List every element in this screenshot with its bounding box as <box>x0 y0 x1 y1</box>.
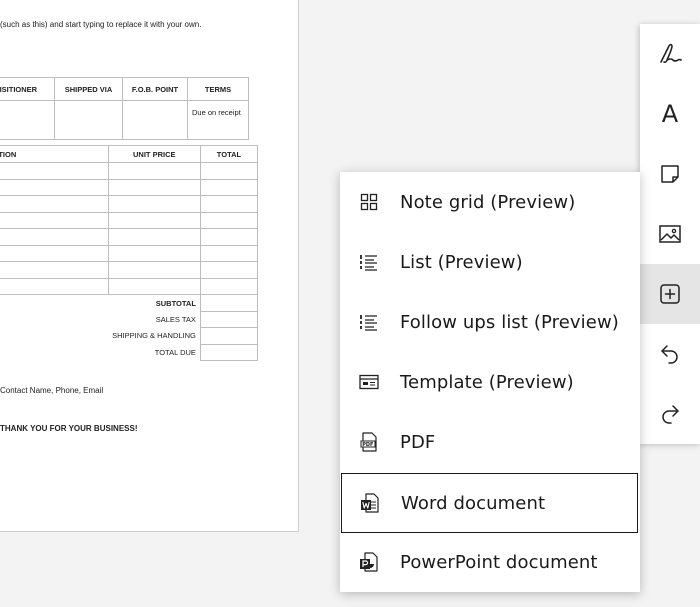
thanks-text: THANK YOU FOR YOUR BUSINESS! <box>0 424 138 433</box>
image-button[interactable] <box>640 204 700 264</box>
image-icon <box>659 225 681 243</box>
menu-item-follow-ups-list[interactable]: Follow ups list (Preview) <box>340 292 640 352</box>
table-header: TERMS <box>187 77 249 101</box>
table-row <box>0 244 259 262</box>
table-cell: Due on receipt <box>187 100 249 140</box>
items-table: DESCRIPTION UNIT PRICE TOTAL SUBTOTAL SA… <box>0 145 259 361</box>
redo-icon <box>662 405 679 424</box>
document-intro-text: (such as this) and start typing to repla… <box>0 20 202 29</box>
table-header: DESCRIPTION <box>0 145 109 163</box>
table-row <box>0 195 259 213</box>
totals-row: SHIPPING & HANDLING <box>0 327 259 345</box>
totals-row: SUBTOTAL <box>0 294 259 312</box>
menu-item-powerpoint-document[interactable]: PowerPoint document <box>340 532 640 592</box>
menu-item-word-document[interactable]: Word document <box>341 473 638 533</box>
pdf-icon: PDF <box>360 432 377 452</box>
insert-plus-icon <box>660 284 680 304</box>
totals-row: TOTAL DUE <box>0 343 259 361</box>
table-header-row: DESCRIPTION UNIT PRICE TOTAL <box>0 145 259 163</box>
table-row: Due on receipt <box>0 100 249 140</box>
insert-button[interactable] <box>640 264 700 324</box>
contact-text: Contact Name, Phone, Email <box>0 386 104 395</box>
menu-item-pdf[interactable]: PDF PDF <box>340 412 640 472</box>
follow-ups-list-icon <box>360 315 377 331</box>
shipping-table: REQUISITIONER SHIPPED VIA F.O.B. POINT T… <box>0 77 249 140</box>
note-grid-icon <box>360 193 378 211</box>
table-row <box>0 277 259 295</box>
tools-toolbar: A <box>640 24 700 444</box>
table-header: REQUISITIONER <box>0 77 55 101</box>
table-header-row: REQUISITIONER SHIPPED VIA F.O.B. POINT T… <box>0 77 249 101</box>
table-row <box>0 228 259 246</box>
list-icon <box>360 255 377 271</box>
table-row <box>0 211 259 229</box>
menu-item-label: PowerPoint document <box>400 551 598 573</box>
shipping-handling-label: SHIPPING & HANDLING <box>108 327 201 344</box>
document-page[interactable]: (such as this) and start typing to repla… <box>0 0 299 532</box>
table-cell <box>122 100 188 140</box>
undo-button[interactable] <box>640 324 700 384</box>
table-header: F.O.B. POINT <box>122 77 188 101</box>
subtotal-label: SUBTOTAL <box>108 294 201 311</box>
sales-tax-label: SALES TAX <box>108 311 201 328</box>
pen-button[interactable] <box>640 24 700 84</box>
template-icon <box>359 374 379 390</box>
redo-button[interactable] <box>640 384 700 444</box>
undo-icon <box>661 345 678 364</box>
menu-item-label: Word document <box>401 492 546 514</box>
menu-item-label: List (Preview) <box>400 251 523 273</box>
table-row <box>0 162 259 180</box>
menu-item-template[interactable]: Template (Preview) <box>340 352 640 412</box>
menu-item-label: Note grid (Preview) <box>400 191 576 213</box>
pen-icon <box>660 43 682 64</box>
powerpoint-icon <box>360 552 378 572</box>
text-icon: A <box>661 100 679 128</box>
menu-item-label: PDF <box>400 431 436 453</box>
sticky-note-button[interactable] <box>640 144 700 204</box>
word-icon <box>361 493 379 513</box>
svg-text:PDF: PDF <box>362 442 373 448</box>
total-due-label: TOTAL DUE <box>108 344 201 361</box>
table-cell <box>54 100 123 140</box>
table-header: TOTAL <box>199 145 259 163</box>
table-header: UNIT PRICE <box>107 145 201 163</box>
table-cell <box>0 100 55 140</box>
menu-item-label: Template (Preview) <box>400 371 574 393</box>
text-button[interactable]: A <box>640 84 700 144</box>
table-row <box>0 178 259 196</box>
table-header: SHIPPED VIA <box>54 77 123 101</box>
menu-item-note-grid[interactable]: Note grid (Preview) <box>340 172 640 232</box>
totals-row: SALES TAX <box>0 310 259 328</box>
menu-item-label: Follow ups list (Preview) <box>400 311 619 333</box>
insert-menu: Note grid (Preview) List (Preview) Follo… <box>340 172 640 592</box>
table-row <box>0 261 259 279</box>
menu-item-list[interactable]: List (Preview) <box>340 232 640 292</box>
sticky-note-icon <box>661 165 679 183</box>
